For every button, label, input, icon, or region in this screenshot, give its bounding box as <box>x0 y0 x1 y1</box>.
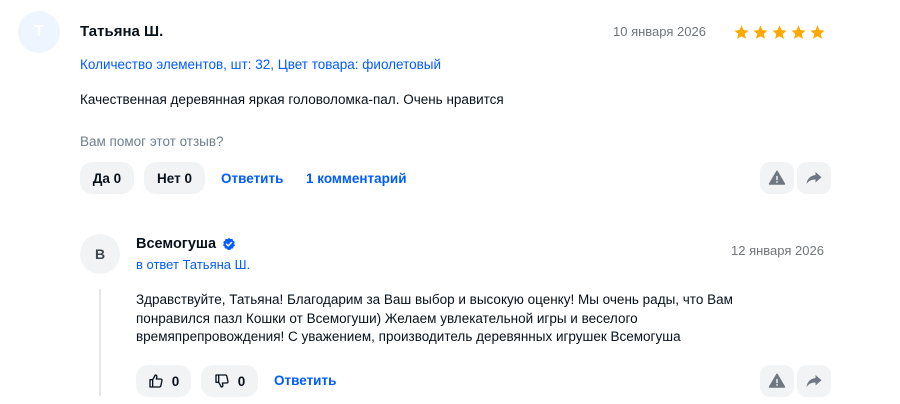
share-arrow-icon <box>806 375 822 387</box>
star-icon <box>772 25 787 39</box>
star-icon <box>753 25 768 39</box>
reply-to-seller-button[interactable]: Ответить <box>274 373 336 388</box>
rating-stars <box>733 24 826 41</box>
star-icon <box>734 25 749 39</box>
thread-line <box>99 289 101 396</box>
review-author: Татьяна Ш. <box>80 23 164 40</box>
report-button[interactable] <box>760 162 794 194</box>
thumbs-down-icon <box>215 374 229 388</box>
helpful-question: Вам помог этот отзыв? <box>80 134 224 149</box>
review-date: 10 января 2026 <box>613 24 706 39</box>
share-button[interactable] <box>797 162 831 194</box>
dislike-button[interactable]: 0 <box>201 365 258 397</box>
avatar: T <box>18 11 60 53</box>
like-count: 0 <box>171 373 180 389</box>
dislike-count: 0 <box>237 373 246 389</box>
reply-button[interactable]: Ответить <box>221 171 283 186</box>
reply-text: Здравствуйте, Татьяна! Благодарим за Ваш… <box>136 292 733 344</box>
review-text: Качественная деревянная яркая головоломк… <box>80 92 504 107</box>
seller-name: Всемогуша <box>136 236 236 252</box>
share-reply-button[interactable] <box>797 365 831 397</box>
warning-icon <box>768 170 786 185</box>
comments-link[interactable]: 1 комментарий <box>306 171 407 186</box>
like-button[interactable]: 0 <box>136 365 191 397</box>
helpful-yes-button[interactable]: Да 0 <box>80 162 134 194</box>
report-reply-button[interactable] <box>760 365 794 397</box>
share-arrow-icon <box>806 172 822 184</box>
reply-date: 12 января 2026 <box>731 243 824 258</box>
product-properties: Количество элементов, шт: 32, Цвет товар… <box>80 57 442 72</box>
star-icon <box>810 25 825 39</box>
helpful-no-button[interactable]: Нет 0 <box>144 162 205 194</box>
warning-icon <box>768 373 786 388</box>
seller-name-label: Всемогуша <box>136 236 217 252</box>
verified-icon <box>223 237 236 251</box>
star-icon <box>791 25 806 39</box>
seller-avatar: B <box>80 234 120 274</box>
in-reply-to-link[interactable]: в ответ Татьяна Ш. <box>136 257 250 272</box>
thumbs-up-icon <box>149 374 163 388</box>
